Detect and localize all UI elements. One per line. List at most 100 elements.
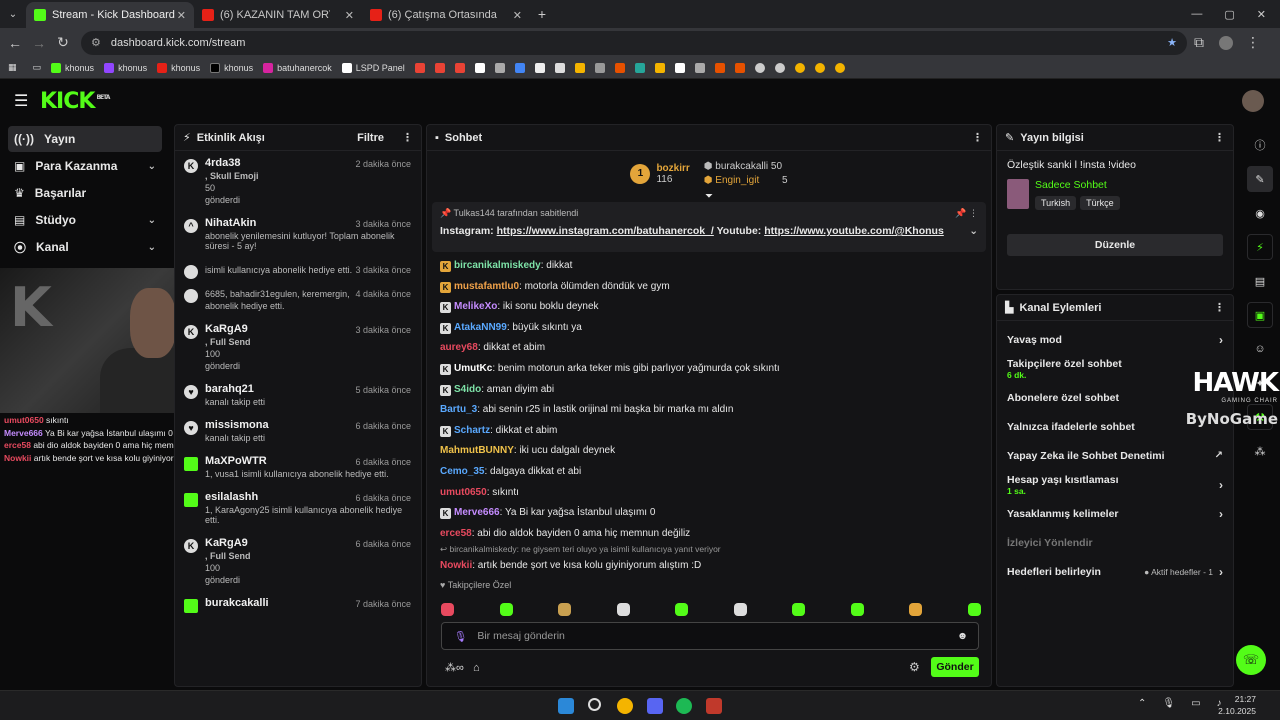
- chat-message[interactable]: erce58: abi dio aldok bayiden 0 ama hiç …: [427, 524, 991, 545]
- chat-username[interactable]: Bartu_3: [440, 404, 477, 415]
- back-icon[interactable]: ←: [3, 35, 27, 51]
- app-icon[interactable]: [706, 698, 722, 714]
- channel-action-item[interactable]: Hedefleri belirleyin ● Aktif hedefler - 1…: [997, 557, 1233, 586]
- chat-username[interactable]: bircanikalmiskedy: [454, 260, 541, 271]
- bookmark-khonus-kick[interactable]: khonus: [51, 62, 94, 73]
- bookmark-icon[interactable]: [794, 62, 805, 73]
- bookmark-khonus-x[interactable]: khonus: [210, 62, 253, 73]
- bookmark-icon[interactable]: [554, 62, 565, 73]
- chat-message[interactable]: K Schartz: dikkat et abim: [427, 421, 991, 442]
- chat-username[interactable]: UmutKc: [454, 363, 492, 374]
- close-tab-icon[interactable]: ✕: [345, 9, 354, 22]
- new-tab-button[interactable]: +: [530, 6, 554, 22]
- bookmark-khonus-youtube[interactable]: khonus: [157, 62, 200, 73]
- chat-message[interactable]: K UmutKc: benim motorun arka teker mis gi…: [427, 359, 991, 380]
- restore-icon[interactable]: ▢: [1224, 8, 1234, 21]
- bookmark-icon[interactable]: [594, 62, 605, 73]
- sidebar-item-kanal[interactable]: ⦿ Kanal ⌄: [8, 234, 162, 260]
- chat-message[interactable]: umut0650: sıkıntı: [427, 483, 991, 504]
- chat-username[interactable]: aurey68: [440, 342, 478, 353]
- bookmark-gmail-icon[interactable]: [414, 62, 425, 73]
- minimize-icon[interactable]: —: [1191, 8, 1202, 21]
- bookmark-khonus-twitch[interactable]: khonus: [104, 62, 147, 73]
- bookmark-icon[interactable]: [694, 62, 705, 73]
- close-window-icon[interactable]: ✕: [1257, 8, 1266, 21]
- bookmark-icon[interactable]: [614, 62, 625, 73]
- emote-icon[interactable]: [850, 603, 864, 616]
- close-tab-icon[interactable]: ✕: [177, 9, 186, 22]
- bookmark-icon[interactable]: [714, 62, 725, 73]
- chat-message[interactable]: K MelikeXo: iki sonu boklu deynek: [427, 297, 991, 318]
- chat-username[interactable]: Nowkii: [440, 560, 472, 571]
- tab-youtube-2[interactable]: (6) Çatışma Ortasında Vurulan ✕: [362, 2, 530, 28]
- bookmark-icon[interactable]: [574, 62, 585, 73]
- start-icon[interactable]: [558, 698, 574, 714]
- profile-avatar[interactable]: [1219, 35, 1233, 50]
- bookmark-icon[interactable]: [534, 62, 545, 73]
- sidebar-item-basarilar[interactable]: ♛ Başarılar: [8, 180, 162, 206]
- sidebar-item-studyo[interactable]: ▤ Stüdyo ⌄: [8, 207, 162, 233]
- chat-settings-icon[interactable]: ⚙: [909, 660, 920, 674]
- emote-icon[interactable]: [675, 603, 689, 616]
- more-options-icon[interactable]: ⋮: [972, 131, 983, 144]
- emote-icon[interactable]: ⁂: [1247, 438, 1273, 464]
- bookmark-instagram[interactable]: batuhanercok: [263, 62, 332, 73]
- site-info-icon[interactable]: ⚙: [91, 36, 101, 49]
- tab-kick-dashboard[interactable]: Stream - Kick Dashboard ✕: [26, 2, 194, 28]
- emote-icon[interactable]: [441, 603, 454, 616]
- chat-message-input[interactable]: 🎙 Bir mesaj gönderin ☻: [441, 622, 979, 650]
- store-icon[interactable]: ⌂: [473, 662, 480, 674]
- bookmark-icon[interactable]: [514, 62, 525, 73]
- mic-icon[interactable]: 🎙: [1162, 698, 1175, 709]
- bookmark-icon[interactable]: [654, 62, 665, 73]
- chat-message[interactable]: Bartu_3: abi senin r25 in lastik orijina…: [427, 400, 991, 421]
- filter-button[interactable]: Filtre: [357, 132, 384, 144]
- chat-username[interactable]: MelikeXo: [454, 301, 497, 312]
- chat-username[interactable]: MahmutBUNNY: [440, 445, 514, 456]
- clock[interactable]: 21:27 2.10.2025: [1214, 693, 1256, 717]
- more-options-icon[interactable]: ⋮: [1214, 131, 1225, 144]
- chat-username[interactable]: AtakaNN99: [454, 322, 507, 333]
- more-options-icon[interactable]: ⋮: [1214, 301, 1225, 314]
- browser-menu-icon[interactable]: ⋮: [1241, 34, 1265, 51]
- bookmark-icon[interactable]: [834, 62, 845, 73]
- sidebar-item-yayin[interactable]: ((·)) Yayın: [8, 126, 162, 152]
- emote-icon[interactable]: [558, 603, 572, 616]
- chrome-icon[interactable]: [617, 698, 633, 714]
- tab-youtube-1[interactable]: (6) KAZANIN TAM ORTASINDA ✕: [194, 2, 362, 28]
- bookmark-icon[interactable]: [734, 62, 745, 73]
- emote-icon[interactable]: [792, 603, 806, 616]
- network-icon[interactable]: ▭: [1191, 698, 1200, 709]
- bookmark-icon[interactable]: [774, 62, 785, 73]
- channel-action-item[interactable]: Yasaklanmış kelimeler ›: [997, 499, 1233, 528]
- user-icon[interactable]: ☺: [1247, 336, 1273, 362]
- folder-icon[interactable]: ▭: [33, 62, 42, 73]
- bookmark-icon[interactable]: [474, 62, 485, 73]
- youtube-link[interactable]: https://www.youtube.com/@Khonus: [764, 225, 944, 237]
- close-tab-icon[interactable]: ✕: [513, 9, 522, 22]
- url-bar[interactable]: ⚙ dashboard.kick.com/stream ★: [81, 30, 1187, 55]
- bookmark-gmail-icon[interactable]: [454, 62, 465, 73]
- document-icon[interactable]: ▤: [1247, 268, 1273, 294]
- chat-username[interactable]: Merve666: [454, 507, 500, 518]
- chat-message[interactable]: Cemo_35: dalgaya dikkat et abi: [427, 462, 991, 483]
- sidebar-item-para-kazanma[interactable]: ▣ Para Kazanma ⌄: [8, 153, 162, 179]
- emote-icon[interactable]: [499, 603, 513, 616]
- bookmark-icon[interactable]: [634, 62, 645, 73]
- channel-action-item[interactable]: Yapay Zeka ile Sohbet Denetimi ↗: [997, 441, 1233, 470]
- support-button[interactable]: ☏: [1236, 645, 1266, 675]
- tab-search-icon[interactable]: ⌄: [0, 9, 26, 20]
- chevron-up-icon[interactable]: ⌃: [1138, 698, 1146, 709]
- bookmark-icon[interactable]: [494, 62, 505, 73]
- channel-action-item[interactable]: Hesap yaşı kısıtlaması 1 sa. ›: [997, 470, 1233, 499]
- discord-icon[interactable]: [647, 698, 663, 714]
- bookmark-icon[interactable]: [754, 62, 765, 73]
- chat-username[interactable]: umut0650: [440, 487, 487, 498]
- chat-message[interactable]: Nowkii: artık bende şort ve kısa kolu gi…: [427, 556, 991, 577]
- chat-message[interactable]: aurey68: dikkat et abim: [427, 338, 991, 359]
- search-icon[interactable]: [588, 698, 601, 711]
- emoji-icon[interactable]: ☻: [957, 630, 968, 642]
- chat-username[interactable]: Cemo_35: [440, 466, 484, 477]
- hamburger-menu-icon[interactable]: ☰: [14, 91, 28, 111]
- chat-username[interactable]: Schartz: [454, 425, 490, 436]
